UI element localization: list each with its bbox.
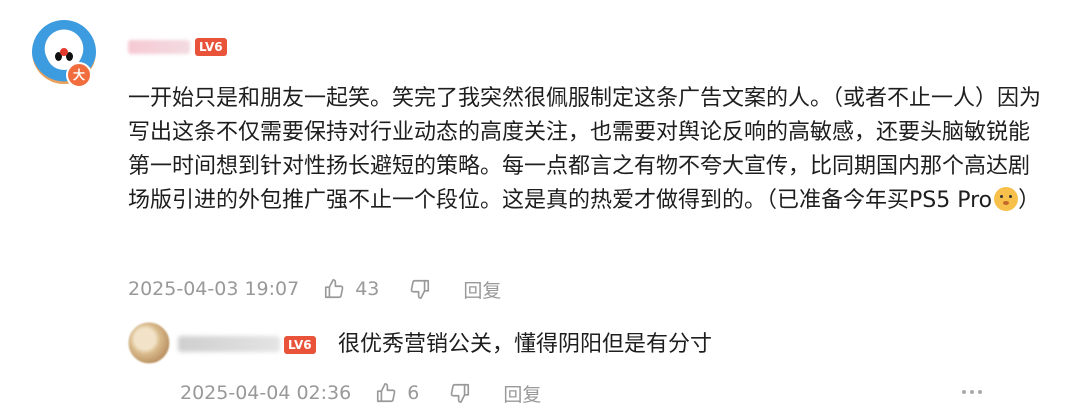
avatar-nose [60, 48, 68, 56]
reply-like-count: 6 [407, 382, 420, 404]
comment-text-suffix: ） [1018, 188, 1041, 213]
more-dot [978, 390, 982, 394]
like-button[interactable]: 43 [323, 278, 409, 300]
level-badge: LV6 [195, 38, 227, 56]
reply-timestamp: 2025-04-04 02:36 [180, 382, 352, 404]
reply-avatar[interactable] [128, 322, 170, 364]
reply-name-blurred[interactable] [178, 336, 280, 352]
reply-body: 很优秀营销公关，懂得阴阳但是有分寸 [338, 332, 713, 357]
reply-link[interactable]: 回复 [463, 276, 501, 303]
comment-meta-row: 2025-04-03 19:07 43 回复 [128, 274, 501, 304]
thumbs-up-icon [325, 279, 344, 299]
thumbs-down-icon [450, 383, 470, 403]
comment-body: 一开始只是和朋友一起笑。笑完了我突然很佩服制定这条广告文案的人。（或者不止一人）… [128, 82, 1048, 218]
thumbs-down-icon [411, 279, 430, 299]
reply-like-button[interactable]: 6 [375, 382, 449, 404]
like-count: 43 [355, 278, 380, 300]
comment-text: 一开始只是和朋友一起笑。笑完了我突然很佩服制定这条广告文案的人。（或者不止一人）… [128, 86, 1042, 213]
more-dot [962, 390, 966, 394]
avatar-vip-badge: 大 [66, 62, 92, 88]
dog-face-emoji-icon [994, 187, 1019, 211]
more-options-icon[interactable] [962, 382, 982, 402]
comment-timestamp: 2025-04-03 19:07 [128, 278, 300, 300]
reply-meta-row: 2025-04-04 02:36 6 回复 [180, 378, 541, 408]
reply-dislike-button[interactable] [449, 382, 471, 404]
reply-reply-link[interactable]: 回复 [503, 380, 541, 407]
reply-level-badge: LV6 [284, 336, 316, 354]
dislike-button[interactable] [409, 278, 431, 300]
more-dot [970, 390, 974, 394]
commenter-name-blurred[interactable] [128, 40, 190, 54]
thumbs-up-icon [377, 383, 396, 403]
